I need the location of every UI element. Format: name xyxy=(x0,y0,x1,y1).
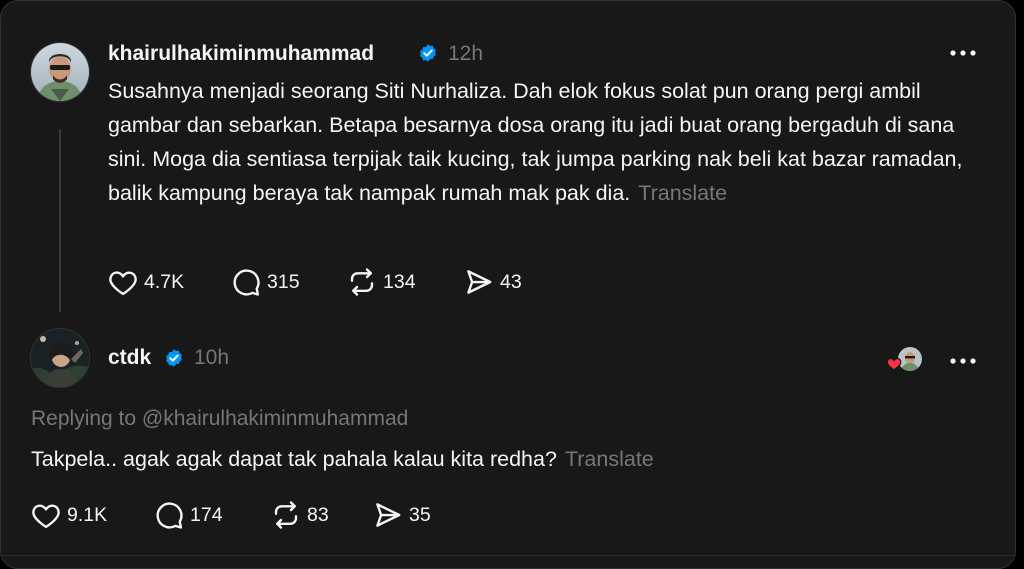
comment-icon xyxy=(233,269,260,296)
share-count: 35 xyxy=(409,503,431,526)
post-text: Susahnya menjadi seorang Siti Nurhaliza.… xyxy=(108,79,963,205)
reply-count: 174 xyxy=(190,503,223,526)
author-username[interactable]: khairulhakiminmuhammad xyxy=(108,42,374,66)
repost-icon xyxy=(350,268,374,296)
reply-timestamp: 10h xyxy=(194,346,230,369)
like-count: 9.1K xyxy=(67,503,108,526)
share-button[interactable]: 35 xyxy=(373,500,431,530)
share-count: 43 xyxy=(500,270,522,293)
comment-icon xyxy=(156,502,183,529)
author-avatar[interactable] xyxy=(30,42,90,102)
verified-badge-icon xyxy=(420,44,436,62)
reply-count: 315 xyxy=(267,270,300,293)
share-icon xyxy=(467,270,492,294)
repost-count: 134 xyxy=(383,270,416,293)
translate-link[interactable]: Translate xyxy=(565,447,654,471)
reply-author-username[interactable]: ctdk xyxy=(108,346,151,370)
repost-count: 83 xyxy=(307,503,329,526)
reply-button[interactable]: 315 xyxy=(231,267,300,297)
repost-icon xyxy=(274,501,298,529)
divider xyxy=(1,555,1015,556)
heart-icon xyxy=(32,504,60,529)
share-button[interactable]: 43 xyxy=(464,267,522,297)
translate-link[interactable]: Translate xyxy=(638,181,727,205)
heart-icon xyxy=(109,271,137,296)
like-count: 4.7K xyxy=(144,270,185,293)
reply-button[interactable]: 174 xyxy=(154,500,223,530)
reply-body: Takpela.. agak agak dapat tak pahala kal… xyxy=(31,442,931,476)
post-timestamp: 12h xyxy=(448,42,484,65)
like-button[interactable]: 4.7K xyxy=(108,267,184,297)
liked-by-author-indicator[interactable] xyxy=(885,346,925,374)
more-icon[interactable] xyxy=(948,356,978,366)
heart-icon xyxy=(886,357,902,371)
repost-button[interactable]: 83 xyxy=(271,500,329,530)
like-button[interactable]: 9.1K xyxy=(31,500,107,530)
post-body: Susahnya menjadi seorang Siti Nurhaliza.… xyxy=(108,74,988,210)
share-icon xyxy=(376,503,401,527)
repost-button[interactable]: 134 xyxy=(347,267,416,297)
reply-text: Takpela.. agak agak dapat tak pahala kal… xyxy=(31,447,557,471)
thread-card: khairulhakiminmuhammad 12h Susahnya menj… xyxy=(0,0,1016,569)
reply-author-avatar[interactable] xyxy=(30,328,90,388)
thread-connector-line xyxy=(59,129,61,312)
verified-badge-icon xyxy=(166,349,182,367)
replying-to-label: Replying to @khairulhakiminmuhammad xyxy=(31,407,409,430)
more-icon[interactable] xyxy=(948,48,978,58)
